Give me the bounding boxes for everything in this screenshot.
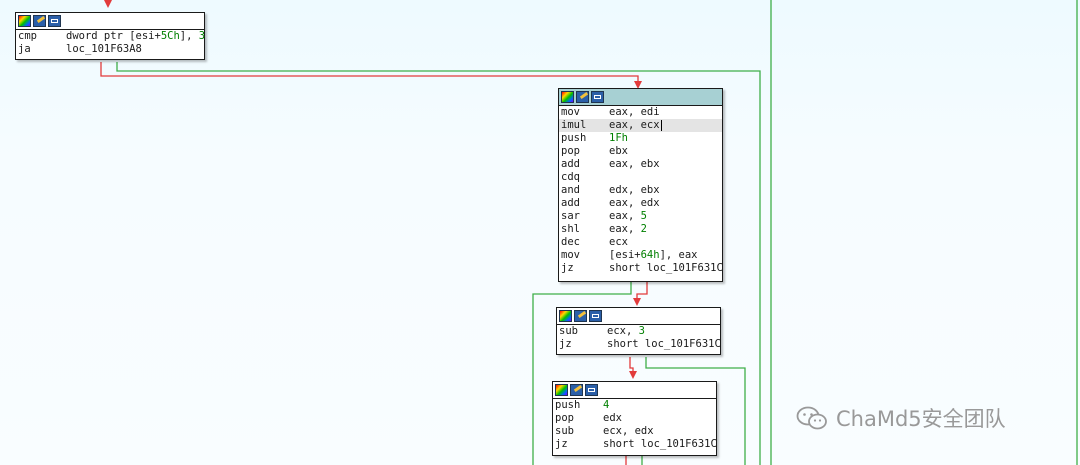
mnemonic: dec [561, 236, 580, 248]
graph-view-canvas[interactable]: cmp dword ptr [esi+5Ch], 3 ja loc_101F63A8… [0, 0, 1080, 465]
mnemonic: add [561, 158, 580, 170]
operand: eax, edi [609, 106, 660, 118]
basic-block-cmp[interactable]: cmp dword ptr [esi+5Ch], 3 ja loc_101F63A8 [15, 12, 205, 60]
edit-icon[interactable] [33, 15, 46, 27]
block-header [553, 382, 716, 399]
asm-line[interactable]: jz short loc_101F631C [559, 262, 723, 275]
asm-line[interactable]: pop ebx [559, 145, 722, 158]
mnemonic: ja [18, 43, 31, 55]
asm-line[interactable]: ja loc_101F63A8 [16, 43, 204, 56]
mnemonic: jz [555, 438, 568, 450]
asm-line[interactable]: shl eax, 2 [559, 223, 722, 236]
asm-line[interactable]: add eax, edx [559, 197, 722, 210]
block-header [559, 89, 722, 106]
wechat-icon [796, 406, 827, 430]
operand: ebx [609, 145, 628, 157]
immediate-value: 64h [640, 249, 660, 261]
mnemonic: jz [559, 338, 572, 350]
operand: eax, [609, 223, 641, 235]
mnemonic: mov [561, 106, 580, 118]
asm-line[interactable]: cdq [559, 171, 722, 184]
mnemonic: pop [561, 145, 580, 157]
asm-line[interactable]: jz short loc_101F631C [557, 338, 721, 351]
asm-line-selected[interactable]: imul eax, ecx [559, 119, 722, 132]
mnemonic: add [561, 197, 580, 209]
jump-target-label[interactable]: short loc_101F631C [603, 438, 717, 450]
asm-line[interactable]: push 1Fh [559, 132, 722, 145]
color-palette-icon[interactable] [18, 15, 31, 27]
control-flow-edges [100, 0, 1078, 465]
mnemonic: sar [561, 210, 580, 222]
edit-icon[interactable] [574, 310, 587, 322]
immediate-value: 3 [638, 325, 645, 337]
jump-target-label[interactable]: short loc_101F631C [607, 338, 721, 350]
operand: ecx, edx [603, 425, 654, 437]
mnemonic: pop [555, 412, 574, 424]
operand: eax, ebx [609, 158, 660, 170]
immediate-value: 2 [640, 223, 647, 235]
asm-line[interactable]: mov eax, edi [559, 106, 722, 119]
mnemonic: and [561, 184, 580, 196]
operand: eax, ecx [609, 119, 660, 131]
basic-block-imul[interactable]: mov eax, edi imul eax, ecx push 1Fh pop ebx … [558, 88, 723, 282]
watermark-text: ChaMd5安全团队 [836, 407, 1006, 431]
graph-overview-icon[interactable] [585, 384, 598, 396]
jump-target-label[interactable]: short loc_101F631C [609, 262, 723, 274]
block-header [16, 13, 204, 30]
operand: eax, edx [609, 197, 660, 209]
operand: dword ptr [esi+ [66, 30, 161, 42]
edit-icon[interactable] [570, 384, 583, 396]
operand: eax, [609, 210, 641, 222]
mnemonic: jz [561, 262, 574, 274]
immediate-value: 5 [640, 210, 647, 222]
operand: ecx, [607, 325, 639, 337]
operand: ecx [609, 236, 628, 248]
asm-line[interactable]: sub ecx, edx [553, 425, 716, 438]
asm-line[interactable]: sar eax, 5 [559, 210, 722, 223]
mnemonic: sub [555, 425, 574, 437]
immediate-value: 3 [198, 30, 206, 42]
graph-overview-icon[interactable] [589, 310, 602, 322]
mnemonic: cdq [561, 171, 580, 183]
block-header [557, 308, 720, 325]
mnemonic: shl [561, 223, 580, 235]
asm-line[interactable]: sub ecx, 3 [557, 325, 720, 338]
asm-line[interactable]: and edx, ebx [559, 184, 722, 197]
asm-line[interactable]: mov [esi+64h], eax [559, 249, 722, 262]
operand: [esi+ [609, 249, 641, 261]
operand: ], eax [659, 249, 698, 261]
asm-line[interactable]: add eax, ebx [559, 158, 722, 171]
color-palette-icon[interactable] [559, 310, 572, 322]
mnemonic: sub [559, 325, 578, 337]
graph-overview-icon[interactable] [48, 15, 61, 27]
asm-line[interactable]: dec ecx [559, 236, 722, 249]
text-cursor [660, 119, 662, 131]
mnemonic: mov [561, 249, 580, 261]
operand: ], [179, 30, 199, 42]
asm-line[interactable]: push 4 [553, 399, 716, 412]
basic-block-push-4[interactable]: push 4 pop edx sub ecx, edx jz short loc_101… [552, 381, 717, 456]
basic-block-sub-ecx-3[interactable]: sub ecx, 3 jz short loc_101F631C [556, 307, 721, 355]
color-palette-icon[interactable] [555, 384, 568, 396]
edit-icon[interactable] [576, 91, 589, 103]
color-palette-icon[interactable] [561, 91, 574, 103]
operand: edx, ebx [609, 184, 660, 196]
asm-line[interactable]: pop edx [553, 412, 716, 425]
immediate-value: 4 [603, 399, 610, 411]
operand: edx [603, 412, 622, 424]
asm-line[interactable]: jz short loc_101F631C [553, 438, 717, 451]
immediate-value: 5Ch [160, 30, 180, 42]
immediate-value: 1Fh [609, 132, 628, 144]
watermark: ChaMd5安全团队 [796, 403, 1006, 433]
jump-target-label[interactable]: loc_101F63A8 [66, 43, 142, 55]
mnemonic: cmp [18, 30, 37, 42]
mnemonic: push [555, 399, 581, 411]
graph-overview-icon[interactable] [591, 91, 604, 103]
mnemonic: push [561, 132, 587, 144]
asm-line[interactable]: cmp dword ptr [esi+5Ch], 3 [16, 30, 206, 43]
mnemonic: imul [561, 119, 587, 131]
